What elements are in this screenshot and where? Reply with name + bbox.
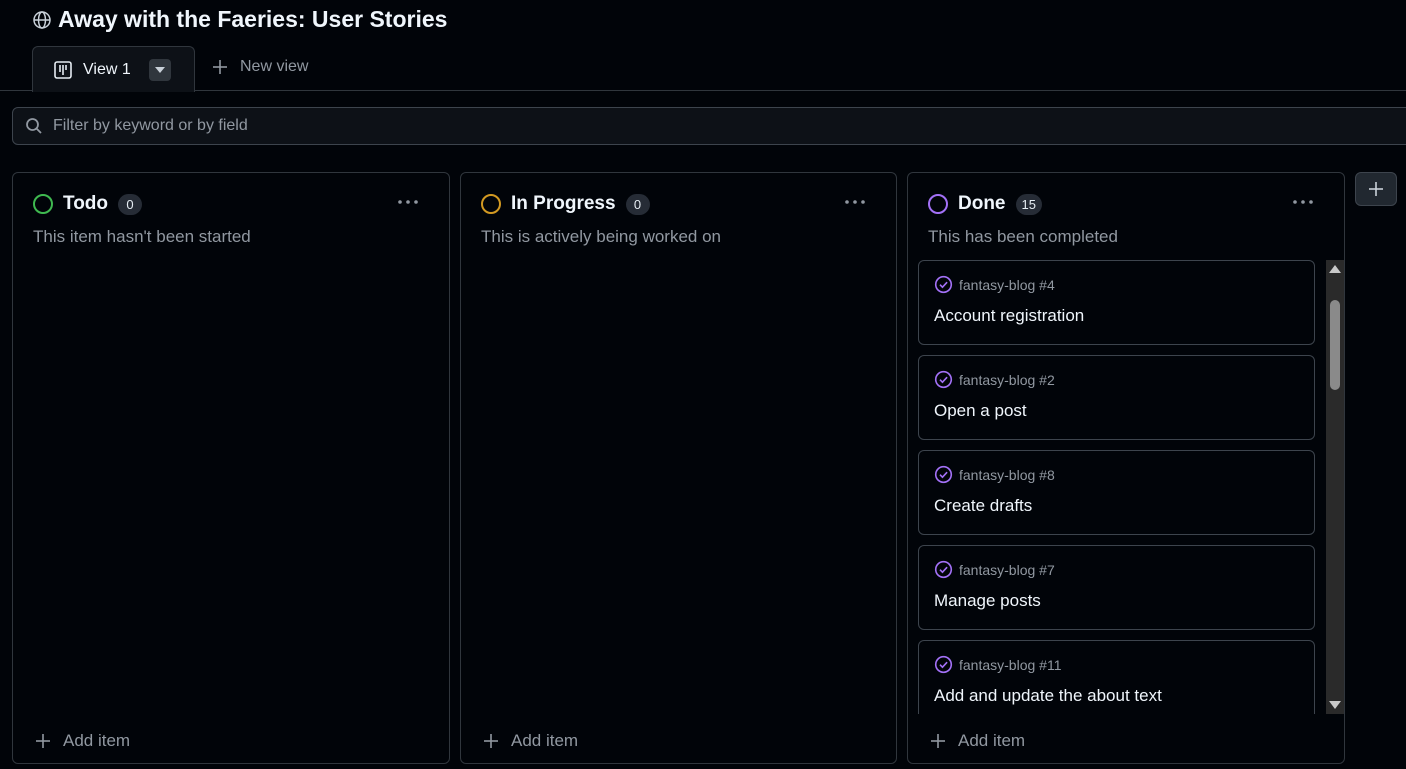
view-options-button[interactable] <box>148 58 171 81</box>
card-title[interactable]: Create drafts <box>934 496 1299 516</box>
tab-view-1[interactable]: View 1 <box>32 46 195 92</box>
status-circle-icon <box>481 194 501 214</box>
card-reference-text: fantasy-blog #2 <box>959 371 1055 388</box>
column-title: In Progress <box>511 193 616 214</box>
column-count-badge: 15 <box>1015 193 1042 215</box>
column-menu-button[interactable] <box>397 189 419 210</box>
card-reference: fantasy-blog #4 <box>934 275 1299 294</box>
issue-closed-icon <box>934 560 953 579</box>
column-done: Done 15 This has been completed fantasy-… <box>907 172 1345 764</box>
issue-closed-icon <box>934 655 953 674</box>
card-reference-text: fantasy-blog #7 <box>959 561 1055 578</box>
card-title[interactable]: Open a post <box>934 401 1299 421</box>
issue-closed-icon <box>934 275 953 294</box>
plus-icon <box>36 734 50 748</box>
column-description: This item hasn't been started <box>33 227 251 246</box>
card-reference: fantasy-blog #11 <box>934 655 1299 674</box>
status-circle-icon <box>928 194 948 214</box>
kebab-horizontal-icon <box>1293 200 1313 204</box>
card-reference-text: fantasy-blog #11 <box>959 656 1062 673</box>
add-item-button[interactable]: Add item <box>483 731 578 751</box>
card-list: fantasy-blog #4 Account registration fan… <box>918 260 1316 714</box>
column-title: Done <box>958 193 1006 214</box>
kebab-horizontal-icon <box>845 200 865 204</box>
add-item-label: Add item <box>63 731 131 750</box>
board-icon <box>54 60 72 79</box>
column-description: This has been completed <box>928 227 1118 246</box>
column-title: Todo <box>63 193 109 214</box>
plus-icon <box>931 734 945 748</box>
plus-icon <box>1369 182 1383 196</box>
tab-label: View 1 <box>83 60 131 78</box>
kebab-horizontal-icon <box>398 200 418 204</box>
globe-icon <box>33 10 51 29</box>
plus-icon <box>213 60 227 74</box>
add-item-label: Add item <box>511 731 579 750</box>
column-menu-button[interactable] <box>844 189 866 210</box>
column-menu-button[interactable] <box>1292 189 1314 210</box>
caret-down-icon <box>154 66 165 73</box>
issue-closed-icon <box>934 465 953 484</box>
filter-input[interactable] <box>53 117 1353 135</box>
issue-closed-icon <box>934 370 953 389</box>
plus-icon <box>484 734 498 748</box>
card-item[interactable]: fantasy-blog #2 Open a post <box>918 355 1315 440</box>
card-reference-text: fantasy-blog #4 <box>959 276 1055 293</box>
card-item[interactable]: fantasy-blog #11 Add and update the abou… <box>918 640 1315 714</box>
scroll-up-icon[interactable] <box>1329 265 1341 273</box>
column-count-badge: 0 <box>625 193 650 215</box>
add-column-button[interactable] <box>1355 172 1397 206</box>
project-header: Away with the Faeries: User Stories View… <box>0 0 1406 92</box>
card-list-scrollbar[interactable] <box>1326 260 1344 714</box>
card-reference: fantasy-blog #2 <box>934 370 1299 389</box>
card-item[interactable]: fantasy-blog #8 Create drafts <box>918 450 1315 535</box>
card-reference: fantasy-blog #8 <box>934 465 1299 484</box>
add-item-button[interactable]: Add item <box>35 731 130 751</box>
card-item[interactable]: fantasy-blog #7 Manage posts <box>918 545 1315 630</box>
status-circle-icon <box>33 194 53 214</box>
column-header: Todo 0 <box>33 193 143 215</box>
card-title[interactable]: Account registration <box>934 306 1299 326</box>
new-view-button[interactable]: New view <box>212 58 308 76</box>
title-row: Away with the Faeries: User Stories <box>32 6 447 33</box>
scroll-thumb[interactable] <box>1330 300 1340 390</box>
new-view-label: New view <box>240 58 309 75</box>
column-header: In Progress 0 <box>481 193 650 215</box>
card-reference-text: fantasy-blog #8 <box>959 466 1055 483</box>
add-item-label: Add item <box>958 731 1026 750</box>
filter-bar[interactable] <box>12 107 1406 145</box>
column-count-badge: 0 <box>118 193 143 215</box>
card-title[interactable]: Add and update the about text <box>934 686 1299 706</box>
card-title[interactable]: Manage posts <box>934 591 1299 611</box>
column-header: Done 15 <box>928 193 1042 215</box>
column-in-progress: In Progress 0 This is actively being wor… <box>460 172 897 764</box>
page-title: Away with the Faeries: User Stories <box>58 6 448 32</box>
card-item[interactable]: fantasy-blog #4 Account registration <box>918 260 1315 345</box>
column-description: This is actively being worked on <box>481 227 722 246</box>
add-item-button[interactable]: Add item <box>930 731 1025 751</box>
scroll-down-icon[interactable] <box>1329 701 1341 709</box>
card-reference: fantasy-blog #7 <box>934 560 1299 579</box>
column-todo: Todo 0 This item hasn't been started Add… <box>12 172 450 764</box>
search-icon <box>26 118 42 134</box>
